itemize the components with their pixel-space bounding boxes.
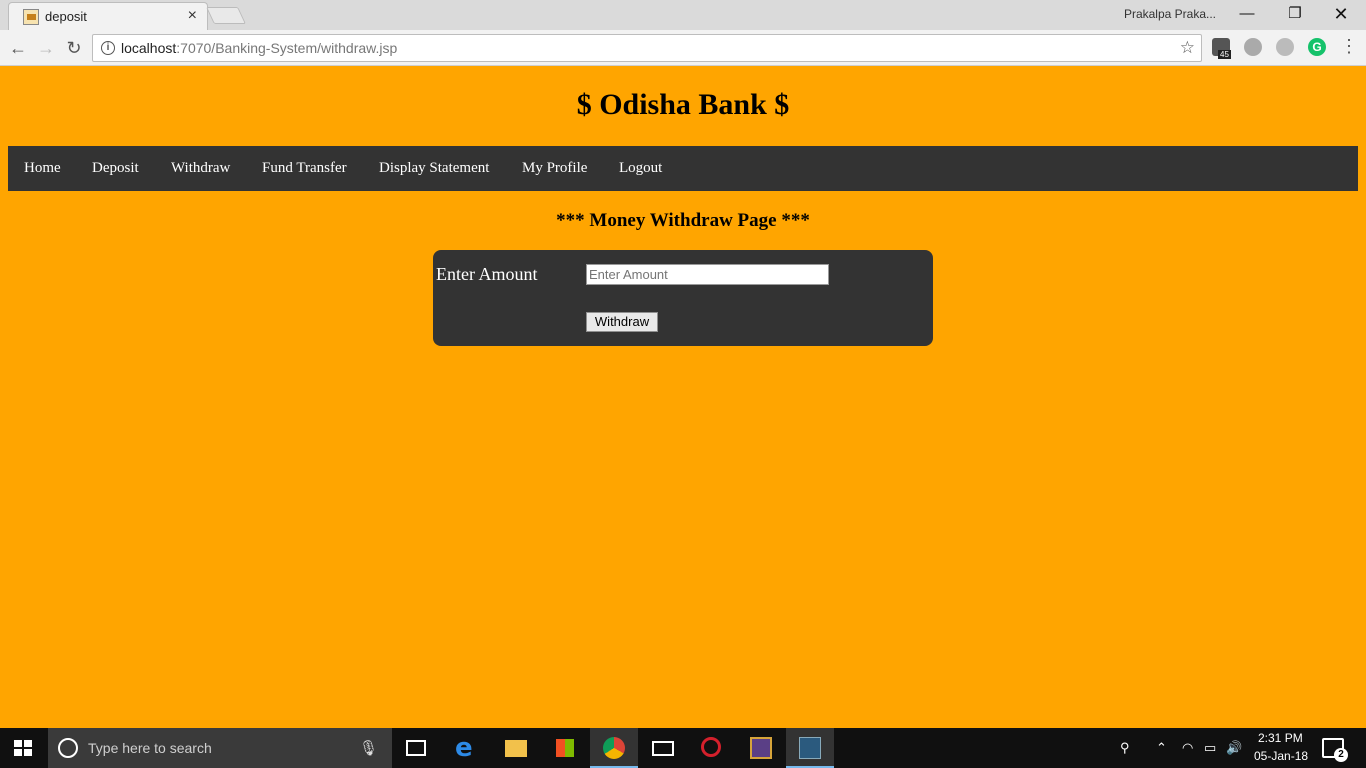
tab-close-icon[interactable]: × (188, 7, 197, 25)
withdraw-form: Enter Amount Withdraw (433, 250, 933, 346)
page-heading: *** Money Withdraw Page *** (556, 210, 810, 231)
address-bar[interactable]: i localhost:7070/Banking-System/withdraw… (92, 34, 1202, 62)
notification-badge: 2 (1334, 748, 1348, 762)
chrome-icon[interactable] (590, 728, 638, 768)
store-icon[interactable] (541, 728, 589, 768)
nav-my-profile[interactable]: My Profile (522, 146, 587, 191)
windows-start-icon[interactable] (14, 740, 32, 756)
forward-arrow-icon[interactable]: → (34, 36, 58, 60)
bank-title: $ Odisha Bank $ (576, 88, 790, 121)
grammarly-icon[interactable]: G (1308, 38, 1326, 56)
battery-icon[interactable]: ▭ (1204, 740, 1216, 756)
people-icon[interactable]: ⚲ (1120, 740, 1130, 756)
extension-badge: 45 (1218, 50, 1231, 59)
nav-withdraw[interactable]: Withdraw (171, 146, 230, 191)
browser-tab[interactable]: deposit × (8, 2, 208, 30)
back-arrow-icon[interactable]: ← (6, 36, 30, 60)
edge-icon[interactable]: e (442, 728, 490, 768)
nav-display-statement[interactable]: Display Statement (379, 146, 489, 191)
url-path: :7070/Banking-System/withdraw.jsp (176, 40, 398, 56)
taskbar-search-placeholder: Type here to search (88, 740, 212, 756)
antivirus-icon[interactable] (688, 728, 736, 768)
page-favicon-icon (23, 9, 39, 25)
microphone-icon[interactable]: 🎙 (359, 739, 378, 757)
close-window-button[interactable]: ✕ (1318, 0, 1364, 30)
page-body: $ Odisha Bank $ Home Deposit Withdraw Fu… (0, 66, 1366, 728)
amount-input[interactable] (586, 264, 829, 285)
globe-icon[interactable] (1276, 38, 1294, 56)
kebab-menu-icon[interactable]: ⋮ (1340, 36, 1358, 57)
clock-date[interactable]: 05-Jan-18 (1254, 749, 1308, 763)
clock-time[interactable]: 2:31 PM (1258, 731, 1303, 745)
tab-title: deposit (45, 9, 87, 24)
nav-deposit[interactable]: Deposit (92, 146, 139, 191)
browser-toolbar: ← → ↻ i localhost:7070/Banking-System/wi… (0, 30, 1366, 66)
reload-icon[interactable]: ↻ (62, 36, 86, 60)
file-explorer-icon[interactable] (492, 728, 540, 768)
chevron-up-icon[interactable]: ⌃ (1156, 740, 1167, 756)
mail-icon[interactable] (639, 728, 687, 768)
bookmark-star-icon[interactable]: ☆ (1180, 38, 1195, 58)
info-icon[interactable]: i (101, 41, 115, 55)
main-navbar: Home Deposit Withdraw Fund Transfer Disp… (8, 146, 1358, 191)
withdraw-button[interactable]: Withdraw (586, 312, 658, 332)
browser-chrome: deposit × Prakalpa Praka... — ❐ ✕ ← → ↻ … (0, 0, 1366, 66)
amount-label: Enter Amount (436, 264, 538, 284)
tab-strip: deposit × Prakalpa Praka... — ❐ ✕ (0, 0, 1366, 30)
mysql-workbench-icon[interactable] (786, 728, 834, 768)
nav-fund-transfer[interactable]: Fund Transfer (262, 146, 347, 191)
volume-icon[interactable]: 🔊 (1226, 740, 1242, 756)
task-view-icon[interactable] (392, 728, 440, 768)
windows-taskbar: Type here to search 🎙 e ⚲ ⌃ ◠ ▭ 🔊 2:31 P… (0, 728, 1366, 768)
url-host: localhost (121, 40, 177, 56)
taskbar-search[interactable]: Type here to search 🎙 (48, 728, 392, 768)
minimize-button[interactable]: — (1224, 0, 1270, 30)
nav-home[interactable]: Home (24, 146, 61, 191)
new-tab-button[interactable] (206, 7, 246, 24)
url-text[interactable]: localhost:7070/Banking-System/withdraw.j… (121, 40, 397, 56)
profile-name[interactable]: Prakalpa Praka... (1124, 7, 1216, 21)
extension-icon[interactable] (1244, 38, 1262, 56)
cortana-icon[interactable] (58, 738, 78, 758)
nav-logout[interactable]: Logout (619, 146, 662, 191)
ide-app-icon[interactable] (737, 728, 785, 768)
maximize-button[interactable]: ❐ (1272, 0, 1318, 30)
wifi-icon[interactable]: ◠ (1182, 740, 1193, 756)
